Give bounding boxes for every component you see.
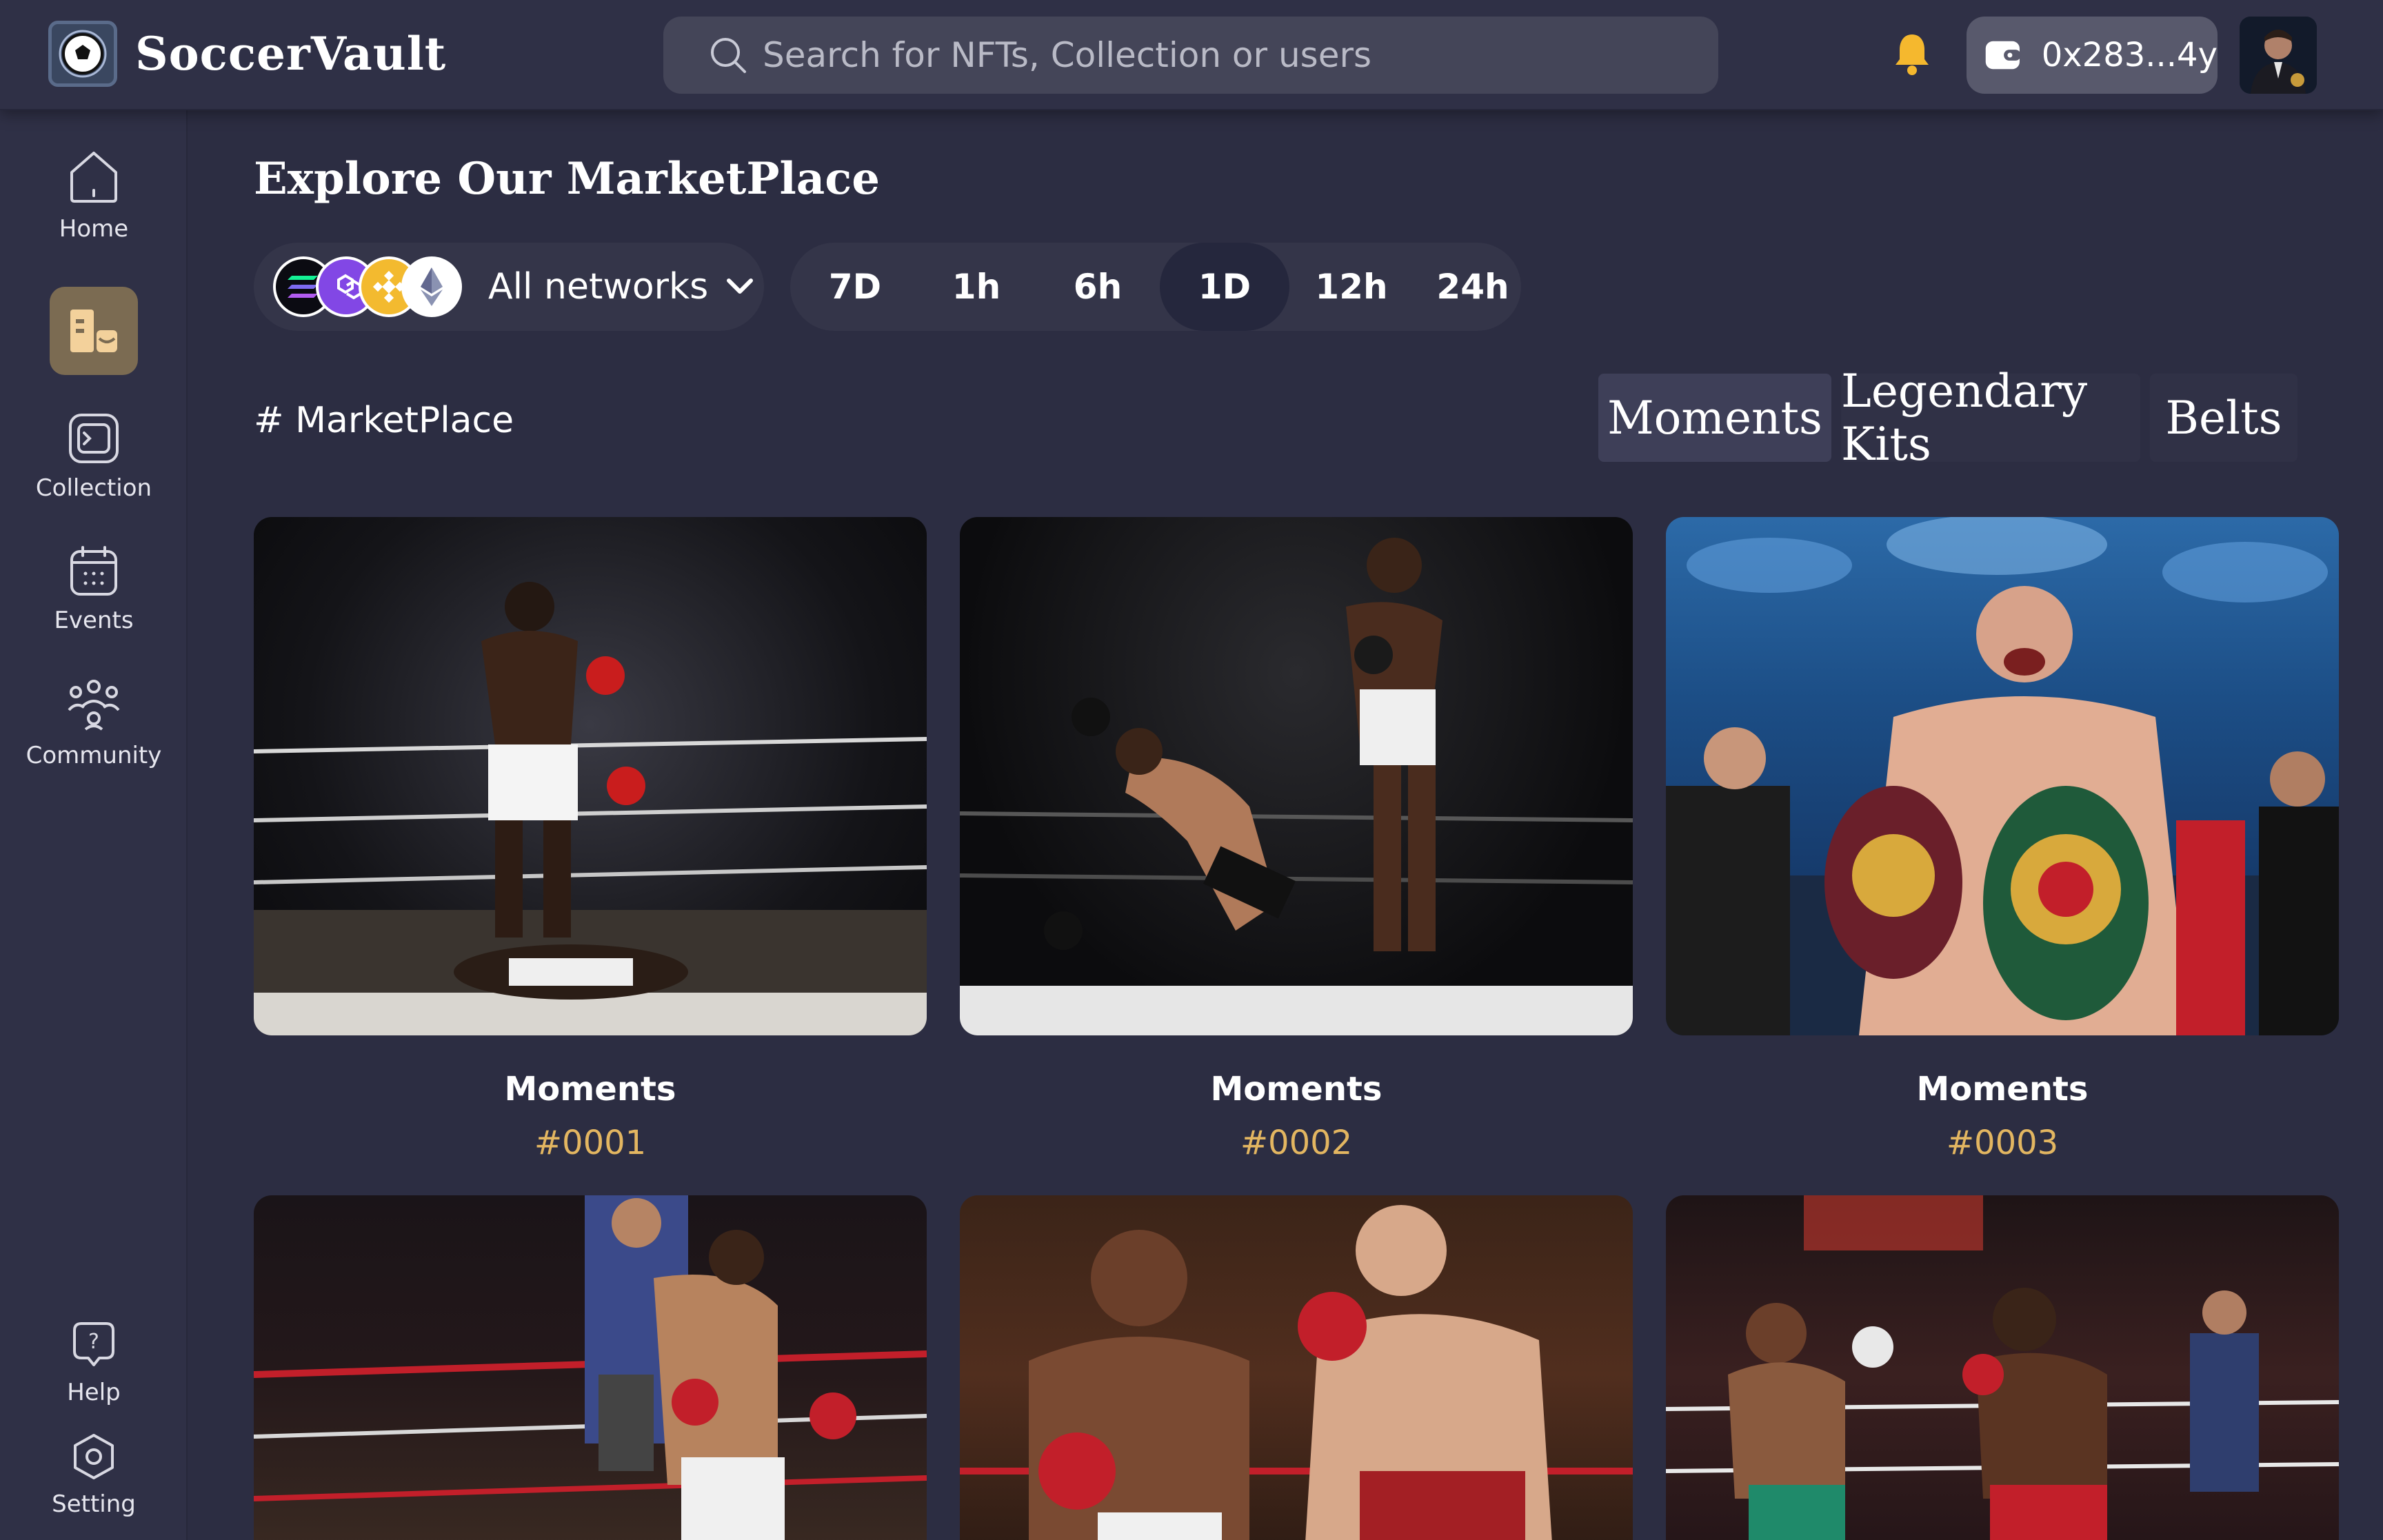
time-filter-group: 7D 1h 6h 1D 12h 24h (790, 243, 1521, 331)
section-label: # MarketPlace (254, 400, 514, 441)
page-title: Explore Our MarketPlace (254, 153, 880, 205)
tab-legendary-kits[interactable]: Legendary Kits (1841, 365, 2140, 471)
sidebar: Home Collection Events Community ? Help … (0, 110, 188, 1540)
card-image[interactable] (960, 1195, 1633, 1540)
network-coins (273, 256, 466, 317)
sidebar-item-collection[interactable]: Collection (0, 412, 188, 502)
ethereum-icon (401, 256, 462, 317)
help-icon: ? (73, 1322, 114, 1366)
tab-moments[interactable]: Moments (1598, 374, 1831, 462)
sidebar-item-label: Setting (52, 1490, 136, 1518)
sidebar-item-setting[interactable]: Setting (0, 1432, 188, 1518)
card-id: #0003 (1946, 1124, 2059, 1162)
sidebar-item-label: Help (67, 1379, 121, 1406)
time-filter-12h[interactable]: 12h (1287, 243, 1416, 331)
time-filter-24h[interactable]: 24h (1408, 243, 1538, 331)
sidebar-item-home[interactable]: Home (0, 148, 188, 243)
card-title: Moments (1916, 1070, 2089, 1108)
brand-name: SoccerVault (135, 27, 447, 81)
wallet-button[interactable]: 0x283...4y (1967, 17, 2218, 94)
brand-logo[interactable]: SoccerVault (48, 21, 446, 87)
sidebar-item-marketplace[interactable] (0, 287, 188, 375)
app: SoccerVault Search for NFTs, Collection … (0, 0, 2383, 1540)
nft-card[interactable] (960, 1195, 1633, 1540)
active-indicator (50, 287, 138, 375)
card-image[interactable] (960, 517, 1633, 1035)
home-icon (70, 152, 117, 203)
nft-card[interactable] (254, 1195, 927, 1540)
card-id: #0001 (534, 1124, 647, 1162)
top-bar: SoccerVault Search for NFTs, Collection … (0, 0, 2383, 110)
sidebar-item-community[interactable]: Community (0, 677, 188, 769)
calendar-icon (70, 546, 117, 596)
sidebar-item-events[interactable]: Events (0, 545, 188, 634)
user-avatar[interactable] (2240, 17, 2317, 94)
chevron-down-icon (727, 278, 754, 294)
settings-icon (74, 1434, 114, 1479)
search-bar[interactable]: Search for NFTs, Collection or users (663, 17, 1718, 94)
svg-text:?: ? (88, 1330, 99, 1354)
collection-icon (69, 414, 119, 463)
sidebar-item-label: Community (26, 742, 162, 769)
card-title: Moments (1210, 1070, 1382, 1108)
time-filter-6h[interactable]: 6h (1033, 243, 1163, 331)
time-filter-1d[interactable]: 1D (1160, 243, 1289, 331)
vault-ball-icon (48, 21, 117, 87)
tab-belts[interactable]: Belts (2150, 374, 2297, 462)
sidebar-item-label: Home (59, 215, 129, 243)
card-image[interactable] (254, 517, 927, 1035)
card-image[interactable] (1666, 1195, 2339, 1540)
card-title: Moments (504, 1070, 676, 1108)
sidebar-item-help[interactable]: ? Help (0, 1319, 188, 1406)
network-dropdown[interactable]: All networks (254, 243, 764, 331)
wallet-icon (1985, 41, 2021, 70)
sidebar-item-label: Events (54, 607, 134, 634)
card-image[interactable] (254, 1195, 927, 1540)
network-label: All networks (488, 266, 709, 307)
time-filter-1h[interactable]: 1h (912, 243, 1041, 331)
nft-card[interactable]: Moments #0001 (254, 517, 927, 1162)
marketplace-icon (70, 310, 117, 352)
time-filter-7d[interactable]: 7D (790, 243, 920, 331)
nft-card[interactable]: Moments #0003 (1666, 517, 2339, 1162)
search-icon (711, 38, 746, 73)
main-content: Explore Our MarketPlace All networks 7D … (188, 110, 2383, 1540)
notification-bell-icon[interactable] (1893, 32, 1931, 76)
nft-card[interactable]: Moments #0002 (960, 517, 1633, 1162)
community-icon (68, 680, 120, 731)
sidebar-item-label: Collection (35, 474, 152, 502)
wallet-address: 0x283...4y (2041, 36, 2218, 74)
card-image[interactable] (1666, 517, 2339, 1035)
search-input[interactable]: Search for NFTs, Collection or users (763, 35, 1371, 75)
card-id: #0002 (1240, 1124, 1353, 1162)
nft-card[interactable] (1666, 1195, 2339, 1540)
